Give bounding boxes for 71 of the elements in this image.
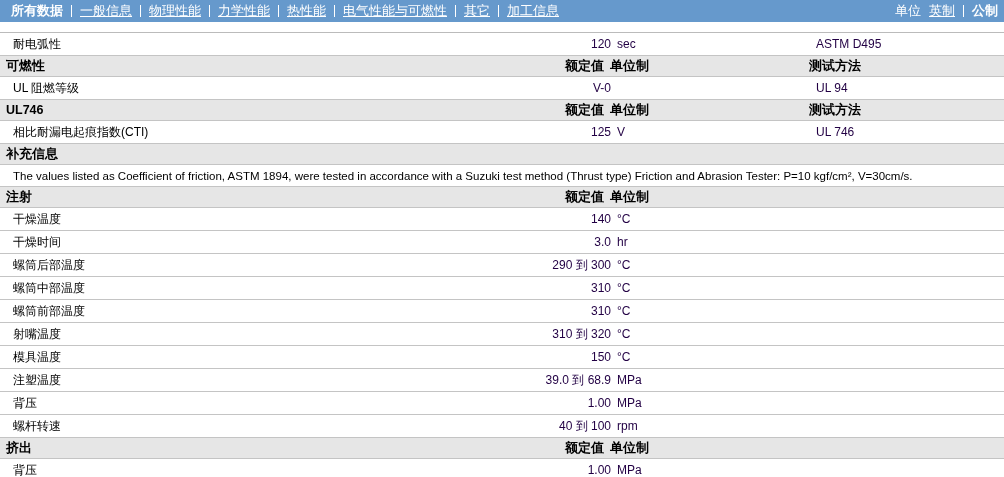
property-name: 螺筒中部温度 (12, 279, 86, 297)
section-title: 可燃性 (5, 57, 46, 75)
units-label: 单位 (895, 2, 921, 20)
property-name: UL 阻燃等级 (12, 79, 81, 97)
unit-link[interactable]: 英制 (929, 2, 955, 20)
nav-tab[interactable]: 电气性能与可燃性 (343, 2, 447, 20)
value-cell-text: 40 到 100 (557, 417, 611, 435)
unit-cell-text: V (616, 125, 626, 139)
value-cell-text: 150 (589, 350, 611, 364)
column-header: 单位制 (609, 439, 650, 457)
unit-cell-text: MPa (616, 396, 643, 410)
column-header: 额定值 (564, 101, 604, 119)
column-header: 测试方法 (809, 101, 861, 119)
nav-tab[interactable]: 所有数据 (11, 2, 63, 20)
value-cell-text: 125 (589, 125, 611, 139)
property-name: 射嘴温度 (12, 325, 62, 343)
unit-cell-text: rpm (616, 419, 639, 433)
column-header: 额定值 (564, 439, 604, 457)
nav-tab[interactable]: 加工信息 (507, 2, 559, 20)
value-cell-text: 39.0 到 68.9 (544, 371, 611, 389)
unit-cell-text: °C (616, 327, 632, 341)
unit-cell-text: °C (616, 258, 632, 272)
value-cell-text: 310 (589, 304, 611, 318)
column-header: 额定值 (564, 57, 604, 75)
unit-link[interactable]: 公制 (972, 2, 998, 20)
value-cell-text: 3.0 (593, 235, 611, 249)
property-name: 注塑温度 (12, 371, 62, 389)
nav-tab[interactable]: 一般信息 (80, 2, 132, 20)
value-cell-text: 1.00 (586, 396, 611, 410)
unit-cell-text: MPa (616, 373, 643, 387)
method-cell: UL 94 (816, 81, 848, 95)
value-cell-text: 290 到 300 (551, 256, 611, 274)
unit-cell-text: °C (616, 350, 632, 364)
unit-cell-text: °C (616, 212, 632, 226)
section-title: 注射 (5, 188, 33, 206)
value-cell-text: 310 到 320 (551, 325, 611, 343)
property-name: 螺杆转速 (12, 417, 62, 435)
section-title: 挤出 (5, 439, 33, 457)
value-cell-text: 140 (589, 212, 611, 226)
section-title: 补充信息 (5, 145, 59, 163)
property-name: 干燥时间 (12, 233, 62, 251)
value-cell-text: 310 (589, 281, 611, 295)
unit-cell-text: MPa (616, 463, 643, 477)
property-name: 螺筒后部温度 (12, 256, 86, 274)
nav-tab[interactable]: 物理性能 (149, 2, 201, 20)
column-header: 额定值 (564, 188, 604, 206)
column-header: 单位制 (609, 57, 650, 75)
column-header: 单位制 (609, 101, 650, 119)
unit-cell-text: hr (616, 235, 629, 249)
property-name: 模具温度 (12, 348, 62, 366)
property-name: 背压 (12, 394, 38, 412)
method-cell: ASTM D495 (816, 37, 882, 51)
value-cell-text: V-0 (592, 81, 611, 95)
nav-tab[interactable]: 其它 (464, 2, 490, 20)
nav-tab[interactable]: 力学性能 (218, 2, 270, 20)
property-name: 螺筒前部温度 (12, 302, 86, 320)
method-cell: UL 746 (816, 125, 855, 139)
column-header: 单位制 (609, 188, 650, 206)
unit-cell-text: °C (616, 304, 632, 318)
property-name: 干燥温度 (12, 210, 62, 228)
column-header: 测试方法 (809, 57, 861, 75)
nav-tab[interactable]: 热性能 (287, 2, 326, 20)
property-name: 耐电弧性 (12, 35, 62, 53)
unit-cell-text: sec (616, 37, 637, 51)
property-name: 相比耐漏电起痕指数(CTI) (12, 123, 150, 141)
unit-cell-text: °C (616, 281, 632, 295)
section-title: UL746 (5, 103, 45, 117)
note-text: The values listed as Coefficient of friction, ASTM 1894, were tested in accordance with a Suzuki test method (Thrust type) Friction and Abrasion Tester: P=10 kgf/cm², V=30cm/s. (12, 169, 913, 182)
property-name: 背压 (12, 461, 38, 477)
value-cell-text: 1.00 (586, 463, 611, 477)
value-cell-text: 120 (589, 37, 611, 51)
